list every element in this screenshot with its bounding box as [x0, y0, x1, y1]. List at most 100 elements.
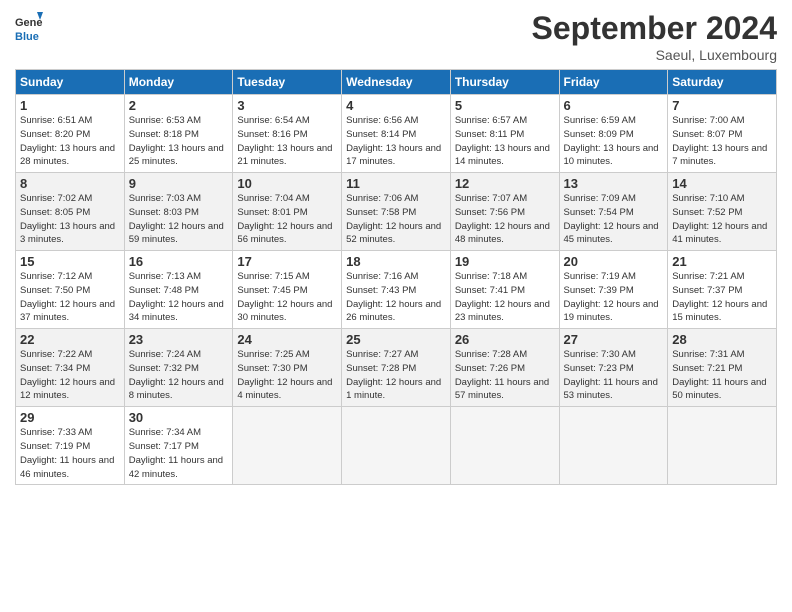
day-number: 18: [346, 254, 446, 269]
day-number: 12: [455, 176, 555, 191]
day-info: Sunrise: 6:57 AMSunset: 8:11 PMDaylight:…: [455, 114, 555, 169]
table-row: 19 Sunrise: 7:18 AMSunset: 7:41 PMDaylig…: [450, 251, 559, 329]
svg-text:Blue: Blue: [15, 31, 39, 43]
day-info: Sunrise: 7:18 AMSunset: 7:41 PMDaylight:…: [455, 270, 555, 325]
header: General Blue September 2024 Saeul, Luxem…: [15, 10, 777, 63]
table-row: 3 Sunrise: 6:54 AMSunset: 8:16 PMDayligh…: [233, 95, 342, 173]
table-row: 15 Sunrise: 7:12 AMSunset: 7:50 PMDaylig…: [16, 251, 125, 329]
table-row: 17 Sunrise: 7:15 AMSunset: 7:45 PMDaylig…: [233, 251, 342, 329]
header-friday: Friday: [559, 70, 668, 95]
day-number: 9: [129, 176, 229, 191]
calendar-week-row: 22 Sunrise: 7:22 AMSunset: 7:34 PMDaylig…: [16, 329, 777, 407]
header-saturday: Saturday: [668, 70, 777, 95]
logo: General Blue: [15, 10, 43, 46]
location: Saeul, Luxembourg: [532, 47, 777, 63]
calendar-container: General Blue September 2024 Saeul, Luxem…: [0, 0, 792, 495]
day-info: Sunrise: 7:22 AMSunset: 7:34 PMDaylight:…: [20, 348, 120, 403]
day-info: Sunrise: 7:31 AMSunset: 7:21 PMDaylight:…: [672, 348, 772, 403]
table-row: [450, 407, 559, 485]
table-row: 7 Sunrise: 7:00 AMSunset: 8:07 PMDayligh…: [668, 95, 777, 173]
day-info: Sunrise: 7:28 AMSunset: 7:26 PMDaylight:…: [455, 348, 555, 403]
table-row: 8 Sunrise: 7:02 AMSunset: 8:05 PMDayligh…: [16, 173, 125, 251]
table-row: 24 Sunrise: 7:25 AMSunset: 7:30 PMDaylig…: [233, 329, 342, 407]
logo-svg: General Blue: [15, 10, 43, 46]
day-info: Sunrise: 7:34 AMSunset: 7:17 PMDaylight:…: [129, 426, 229, 481]
day-info: Sunrise: 7:00 AMSunset: 8:07 PMDaylight:…: [672, 114, 772, 169]
table-row: 26 Sunrise: 7:28 AMSunset: 7:26 PMDaylig…: [450, 329, 559, 407]
table-row: 30 Sunrise: 7:34 AMSunset: 7:17 PMDaylig…: [124, 407, 233, 485]
day-number: 16: [129, 254, 229, 269]
title-area: September 2024 Saeul, Luxembourg: [532, 10, 777, 63]
table-row: 9 Sunrise: 7:03 AMSunset: 8:03 PMDayligh…: [124, 173, 233, 251]
day-number: 26: [455, 332, 555, 347]
table-row: [559, 407, 668, 485]
day-info: Sunrise: 7:27 AMSunset: 7:28 PMDaylight:…: [346, 348, 446, 403]
day-number: 6: [564, 98, 664, 113]
table-row: 10 Sunrise: 7:04 AMSunset: 8:01 PMDaylig…: [233, 173, 342, 251]
day-number: 25: [346, 332, 446, 347]
day-info: Sunrise: 6:51 AMSunset: 8:20 PMDaylight:…: [20, 114, 120, 169]
day-info: Sunrise: 7:24 AMSunset: 7:32 PMDaylight:…: [129, 348, 229, 403]
day-info: Sunrise: 7:06 AMSunset: 7:58 PMDaylight:…: [346, 192, 446, 247]
table-row: 16 Sunrise: 7:13 AMSunset: 7:48 PMDaylig…: [124, 251, 233, 329]
header-sunday: Sunday: [16, 70, 125, 95]
day-number: 27: [564, 332, 664, 347]
day-info: Sunrise: 7:03 AMSunset: 8:03 PMDaylight:…: [129, 192, 229, 247]
day-info: Sunrise: 7:02 AMSunset: 8:05 PMDaylight:…: [20, 192, 120, 247]
day-info: Sunrise: 6:56 AMSunset: 8:14 PMDaylight:…: [346, 114, 446, 169]
calendar-week-row: 1 Sunrise: 6:51 AMSunset: 8:20 PMDayligh…: [16, 95, 777, 173]
day-number: 8: [20, 176, 120, 191]
header-wednesday: Wednesday: [342, 70, 451, 95]
day-info: Sunrise: 6:53 AMSunset: 8:18 PMDaylight:…: [129, 114, 229, 169]
header-tuesday: Tuesday: [233, 70, 342, 95]
day-number: 22: [20, 332, 120, 347]
table-row: 14 Sunrise: 7:10 AMSunset: 7:52 PMDaylig…: [668, 173, 777, 251]
table-row: 22 Sunrise: 7:22 AMSunset: 7:34 PMDaylig…: [16, 329, 125, 407]
calendar-week-row: 15 Sunrise: 7:12 AMSunset: 7:50 PMDaylig…: [16, 251, 777, 329]
header-monday: Monday: [124, 70, 233, 95]
day-info: Sunrise: 6:59 AMSunset: 8:09 PMDaylight:…: [564, 114, 664, 169]
day-number: 17: [237, 254, 337, 269]
day-number: 28: [672, 332, 772, 347]
day-number: 23: [129, 332, 229, 347]
day-number: 10: [237, 176, 337, 191]
table-row: 13 Sunrise: 7:09 AMSunset: 7:54 PMDaylig…: [559, 173, 668, 251]
calendar-week-row: 29 Sunrise: 7:33 AMSunset: 7:19 PMDaylig…: [16, 407, 777, 485]
table-row: 11 Sunrise: 7:06 AMSunset: 7:58 PMDaylig…: [342, 173, 451, 251]
day-info: Sunrise: 7:33 AMSunset: 7:19 PMDaylight:…: [20, 426, 120, 481]
day-number: 13: [564, 176, 664, 191]
day-number: 2: [129, 98, 229, 113]
day-info: Sunrise: 7:16 AMSunset: 7:43 PMDaylight:…: [346, 270, 446, 325]
table-row: 18 Sunrise: 7:16 AMSunset: 7:43 PMDaylig…: [342, 251, 451, 329]
table-row: [668, 407, 777, 485]
day-info: Sunrise: 7:13 AMSunset: 7:48 PMDaylight:…: [129, 270, 229, 325]
table-row: 23 Sunrise: 7:24 AMSunset: 7:32 PMDaylig…: [124, 329, 233, 407]
day-number: 30: [129, 410, 229, 425]
table-row: [342, 407, 451, 485]
day-info: Sunrise: 7:30 AMSunset: 7:23 PMDaylight:…: [564, 348, 664, 403]
day-info: Sunrise: 6:54 AMSunset: 8:16 PMDaylight:…: [237, 114, 337, 169]
month-title: September 2024: [532, 10, 777, 47]
table-row: 5 Sunrise: 6:57 AMSunset: 8:11 PMDayligh…: [450, 95, 559, 173]
calendar-week-row: 8 Sunrise: 7:02 AMSunset: 8:05 PMDayligh…: [16, 173, 777, 251]
day-info: Sunrise: 7:21 AMSunset: 7:37 PMDaylight:…: [672, 270, 772, 325]
calendar-table: Sunday Monday Tuesday Wednesday Thursday…: [15, 69, 777, 485]
table-row: 28 Sunrise: 7:31 AMSunset: 7:21 PMDaylig…: [668, 329, 777, 407]
table-row: 6 Sunrise: 6:59 AMSunset: 8:09 PMDayligh…: [559, 95, 668, 173]
day-number: 5: [455, 98, 555, 113]
day-info: Sunrise: 7:15 AMSunset: 7:45 PMDaylight:…: [237, 270, 337, 325]
weekday-header-row: Sunday Monday Tuesday Wednesday Thursday…: [16, 70, 777, 95]
day-number: 4: [346, 98, 446, 113]
day-info: Sunrise: 7:12 AMSunset: 7:50 PMDaylight:…: [20, 270, 120, 325]
day-number: 19: [455, 254, 555, 269]
day-info: Sunrise: 7:04 AMSunset: 8:01 PMDaylight:…: [237, 192, 337, 247]
day-number: 3: [237, 98, 337, 113]
day-number: 14: [672, 176, 772, 191]
table-row: [233, 407, 342, 485]
day-number: 20: [564, 254, 664, 269]
table-row: 12 Sunrise: 7:07 AMSunset: 7:56 PMDaylig…: [450, 173, 559, 251]
day-number: 15: [20, 254, 120, 269]
table-row: 20 Sunrise: 7:19 AMSunset: 7:39 PMDaylig…: [559, 251, 668, 329]
day-info: Sunrise: 7:09 AMSunset: 7:54 PMDaylight:…: [564, 192, 664, 247]
day-number: 11: [346, 176, 446, 191]
